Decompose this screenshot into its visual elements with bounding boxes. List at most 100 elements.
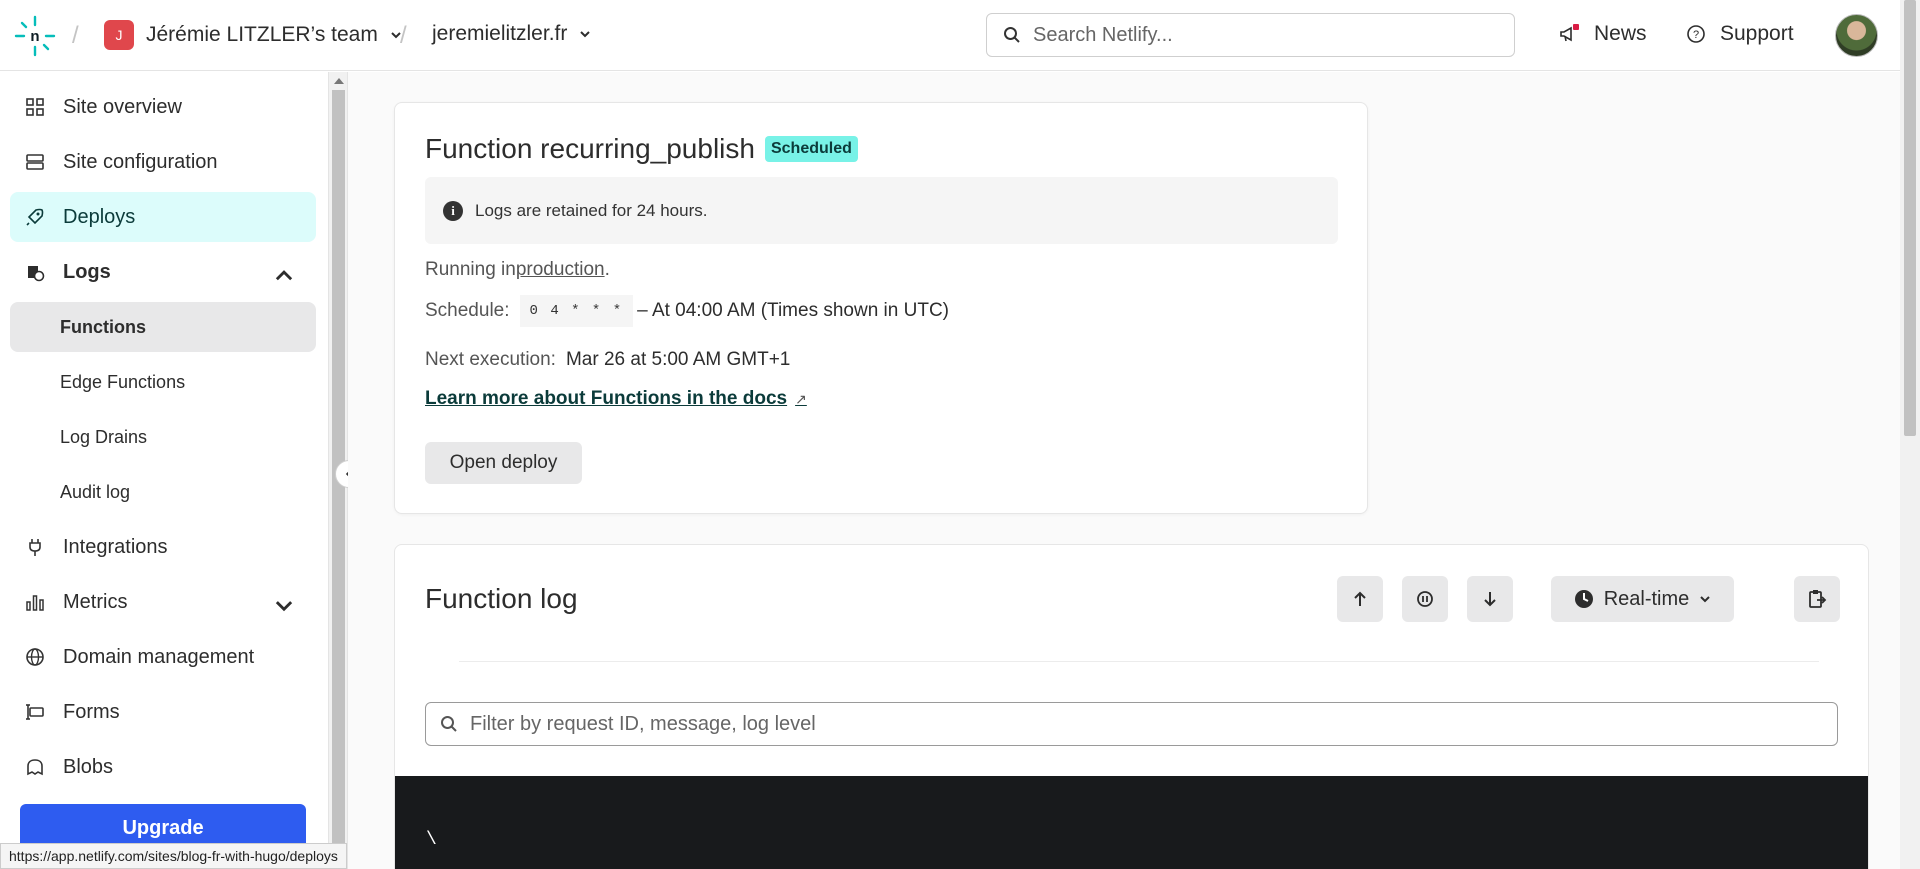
page-scrollbar[interactable]	[1900, 0, 1920, 869]
schedule-row: Schedule: 0 4 * * * – At 04:00 AM (Times…	[425, 295, 949, 327]
sidebar-item-site-configuration[interactable]: Site configuration	[10, 137, 316, 187]
function-log-card: Function log Real-time \	[394, 544, 1869, 869]
pause-icon	[1417, 591, 1433, 607]
news-label: News	[1594, 22, 1647, 45]
megaphone-icon	[1560, 24, 1579, 42]
log-output-text: \	[426, 830, 437, 850]
site-name: jeremielitzler.fr	[432, 22, 568, 45]
schedule-description: – At 04:00 AM (Times shown in UTC)	[637, 300, 949, 321]
scroll-up-icon[interactable]	[334, 78, 344, 84]
sidebar: Site overview Site configuration Deploys…	[0, 72, 328, 869]
next-execution-row: Next execution: Mar 26 at 5:00 AM GMT+1	[425, 349, 790, 371]
page-scroll-thumb[interactable]	[1904, 0, 1916, 436]
realtime-label: Real-time	[1603, 587, 1690, 610]
info-notice: i Logs are retained for 24 hours.	[425, 177, 1338, 244]
sidebar-item-label: Metrics	[63, 590, 128, 613]
logs-icon	[28, 266, 45, 282]
sidebar-item-label: Domain management	[63, 645, 255, 668]
support-label: Support	[1720, 22, 1794, 45]
breadcrumb-separator: /	[400, 22, 407, 49]
sidebar-item-functions[interactable]: Functions	[10, 302, 316, 352]
sidebar-item-blobs[interactable]: Blobs	[10, 742, 316, 792]
function-title-row: Function recurring_publish Scheduled	[425, 133, 858, 165]
grid-icon	[26, 98, 44, 116]
sidebar-item-metrics[interactable]: Metrics	[10, 577, 316, 627]
sidebar-item-label: Blobs	[63, 755, 114, 778]
sidebar-item-integrations[interactable]: Integrations	[10, 522, 316, 572]
top-bar: n / J Jérémie LITZLER’s team / jeremieli…	[0, 0, 1900, 71]
scroll-to-top-button[interactable]	[1337, 576, 1383, 622]
arrow-up-icon	[1354, 591, 1366, 606]
team-name: Jérémie LITZLER’s team	[146, 23, 378, 46]
site-switcher[interactable]: jeremielitzler.fr	[432, 22, 591, 46]
netlify-logo-icon[interactable]: n	[14, 15, 56, 57]
chevron-down-icon	[275, 601, 293, 612]
rocket-icon	[26, 208, 44, 226]
running-env: Running in production .	[425, 259, 610, 281]
team-avatar: J	[104, 20, 134, 50]
function-log-title: Function log	[425, 583, 578, 614]
sidebar-item-logs[interactable]: Logs	[10, 247, 316, 297]
sidebar-item-forms[interactable]: Forms	[10, 687, 316, 737]
sidebar-item-label: Functions	[60, 316, 146, 337]
sidebar-item-label: Site overview	[63, 95, 182, 118]
search-icon	[1004, 27, 1020, 43]
next-execution-value: Mar 26 at 5:00 AM GMT+1	[565, 349, 791, 370]
status-badge: Scheduled	[764, 136, 858, 162]
team-switcher[interactable]: J Jérémie LITZLER’s team	[104, 20, 402, 50]
scroll-to-bottom-button[interactable]	[1467, 576, 1513, 622]
next-execution-label: Next execution:	[425, 349, 556, 370]
production-link[interactable]: production	[516, 259, 605, 281]
function-details-card: Function recurring_publish Scheduled i L…	[394, 102, 1368, 514]
sidebar-item-log-drains[interactable]: Log Drains	[10, 412, 316, 462]
search-bar[interactable]	[986, 13, 1515, 57]
docs-link-label: Learn more about Functions in the docs	[425, 388, 788, 409]
running-prefix: Running in	[425, 259, 516, 280]
schedule-cron: 0 4 * * *	[519, 295, 634, 327]
breadcrumb-separator: /	[72, 22, 79, 49]
status-bar-url: https://app.netlify.com/sites/blog-fr-wi…	[0, 843, 347, 869]
news-button[interactable]: News	[1558, 22, 1647, 46]
clipboard-icon	[1809, 590, 1827, 608]
sidebar-item-audit-log[interactable]: Audit log	[10, 467, 316, 517]
user-avatar[interactable]	[1835, 14, 1878, 57]
info-icon: i	[443, 200, 463, 221]
chevron-up-icon	[275, 270, 293, 281]
sidebar-item-label: Integrations	[63, 535, 168, 558]
copy-logs-button[interactable]	[1794, 576, 1840, 622]
running-suffix: .	[604, 259, 610, 280]
sidebar-item-edge-functions[interactable]: Edge Functions	[10, 357, 316, 407]
arrow-down-icon	[1484, 592, 1496, 607]
docs-link[interactable]: Learn more about Functions in the docs ↗	[425, 388, 807, 410]
help-icon: ?	[1687, 25, 1705, 43]
open-deploy-button[interactable]: Open deploy	[425, 442, 582, 484]
chevron-down-icon	[1700, 596, 1710, 603]
globe-icon	[26, 648, 44, 666]
log-output: \	[395, 776, 1868, 869]
forms-icon	[26, 704, 44, 720]
log-filter-input[interactable]	[470, 712, 1830, 736]
schedule-label: Schedule:	[425, 300, 510, 321]
realtime-dropdown[interactable]: Real-time	[1551, 576, 1734, 622]
sidebar-item-deploys[interactable]: Deploys	[10, 192, 316, 242]
search-input[interactable]	[1033, 23, 1473, 47]
sidebar-item-label: Edge Functions	[60, 371, 186, 392]
sidebar-item-label: Deploys	[63, 205, 136, 228]
metrics-icon	[26, 595, 44, 611]
chevron-down-icon	[580, 31, 591, 38]
support-button[interactable]: ? Support	[1686, 22, 1794, 46]
sidebar-item-label: Logs	[63, 260, 111, 283]
sidebar-item-label: Forms	[63, 700, 120, 723]
blob-icon	[27, 759, 43, 776]
svg-text:n: n	[30, 28, 39, 45]
sidebar-item-domain-management[interactable]: Domain management	[10, 632, 316, 682]
page-title: Function recurring_publish	[425, 133, 755, 164]
sidebar-item-site-overview[interactable]: Site overview	[10, 82, 316, 132]
pause-button[interactable]	[1402, 576, 1448, 622]
search-icon	[441, 716, 457, 732]
config-icon	[26, 154, 44, 170]
log-filter[interactable]	[425, 702, 1838, 746]
svg-text:?: ?	[1693, 29, 1699, 41]
clock-icon	[1574, 590, 1593, 608]
sidebar-item-label: Audit log	[60, 481, 131, 502]
